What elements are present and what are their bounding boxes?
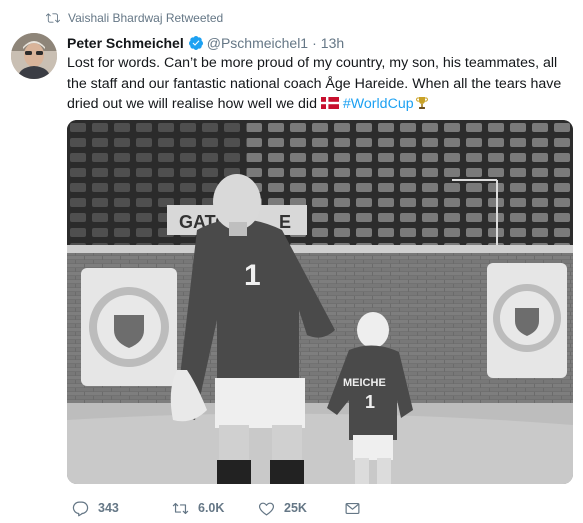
retweet-button[interactable]: 6.0K: [172, 500, 258, 517]
trophy-icon: [415, 97, 428, 109]
retweet-action-icon: [172, 502, 189, 514]
verified-badge-icon: [188, 36, 203, 50]
avatar[interactable]: [11, 33, 57, 79]
retweet-icon: [46, 13, 60, 23]
envelope-icon: [345, 502, 360, 514]
reply-count: 343: [98, 501, 119, 515]
retweet-banner[interactable]: Vaishali Bhardwaj Retweeted: [46, 10, 223, 26]
photo-child-shirt-number: 1: [365, 392, 375, 412]
author-name[interactable]: Peter Schmeichel: [67, 35, 184, 51]
tweet-timestamp[interactable]: 13h: [321, 35, 344, 51]
header-separator: ·: [312, 35, 317, 51]
reply-icon: [72, 501, 89, 516]
photo-sign-text-tail: E: [279, 212, 291, 232]
tweet-actions: 343 6.0K 25K: [67, 496, 370, 520]
photo-scene: GATOR E 1 MEICHE 1: [67, 120, 573, 484]
like-count: 25K: [284, 501, 307, 515]
direct-message-button[interactable]: [344, 500, 370, 517]
hashtag-link[interactable]: #WorldCup: [343, 96, 414, 112]
like-button[interactable]: 25K: [258, 500, 344, 517]
retweet-count: 6.0K: [198, 501, 225, 515]
heart-icon: [259, 502, 274, 515]
author-handle[interactable]: @Pschmeichel1: [207, 35, 308, 51]
tweet-text-main: Lost for words. Can’t be more proud of m…: [67, 55, 562, 112]
retweet-banner-text: Vaishali Bhardwaj Retweeted: [68, 11, 224, 25]
reply-button[interactable]: 343: [72, 500, 172, 517]
tweet-photo[interactable]: GATOR E 1 MEICHE 1: [67, 120, 573, 484]
avatar-image: [11, 33, 57, 79]
photo-child-shirt-name: MEICHE: [343, 377, 386, 389]
tweet-header: Peter Schmeichel @Pschmeichel1 · 13h: [67, 33, 344, 53]
photo-goalkeeper-number: 1: [244, 259, 261, 292]
tweet-text: Lost for words. Can’t be more proud of m…: [67, 53, 572, 115]
denmark-flag-emoji: [320, 97, 339, 109]
